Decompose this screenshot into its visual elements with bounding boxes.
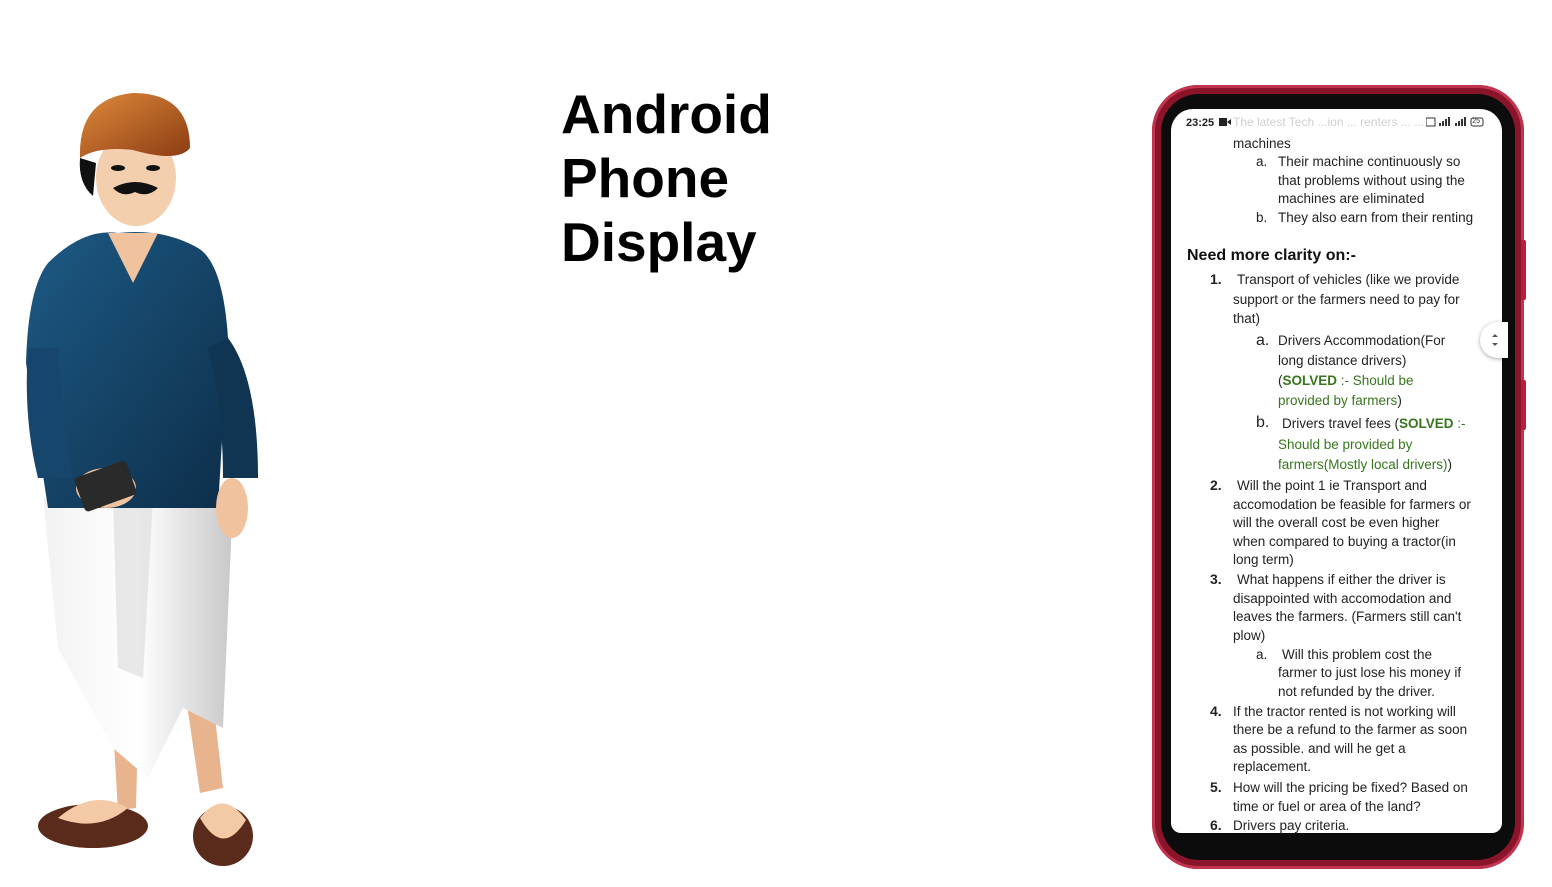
doc-line: Drivers pay criteria. xyxy=(1233,818,1350,833)
doc-line: farmers(Mostly local drivers)) xyxy=(1278,456,1452,474)
status-bar: 23:25 25 xyxy=(1171,109,1502,133)
doc-line: farmer to just lose his money if xyxy=(1278,665,1462,680)
title-line-1: Android xyxy=(561,83,772,145)
solved-label: SOLVED xyxy=(1399,416,1454,431)
doc-line: machines xyxy=(1233,136,1291,151)
doc-line: replacement. xyxy=(1233,759,1312,774)
doc-line: machines are eliminated xyxy=(1278,191,1425,206)
solved-text: :- xyxy=(1453,416,1466,431)
scroll-handle[interactable] xyxy=(1480,322,1508,358)
doc-text: Drivers travel fees ( xyxy=(1282,416,1400,431)
doc-line: as possible. and will he get a xyxy=(1233,741,1406,756)
video-icon xyxy=(1219,118,1231,126)
title-line-3: Display xyxy=(561,211,757,273)
volume-button xyxy=(1521,240,1526,300)
doc-line: leaves the farmers. (Farmers still can't xyxy=(1233,609,1462,624)
list-number: 6. xyxy=(1210,817,1222,833)
doc-line: that) xyxy=(1233,311,1261,326)
list-letter: a. xyxy=(1256,154,1268,169)
doc-line: They also earn from their renting xyxy=(1278,210,1474,225)
doc-line: (SOLVED :- Should be xyxy=(1278,372,1414,390)
list-letter: b. xyxy=(1256,210,1268,225)
solved-text: farmers(Mostly local drivers) xyxy=(1278,457,1448,472)
doc-line: time or fuel or area of the land? xyxy=(1233,799,1421,814)
phone-screen[interactable]: The latest Tech ...ion ... renters ... .… xyxy=(1171,109,1502,833)
solved-text: Should be provided by xyxy=(1278,437,1413,452)
doc-line: disappointed with accomodation and xyxy=(1233,591,1452,606)
section-heading: Need more clarity on:- xyxy=(1187,247,1356,264)
doc-line: Their machine continuously so xyxy=(1278,154,1461,169)
doc-line: will the overall cost be even higher xyxy=(1233,515,1440,530)
list-number: 3. xyxy=(1210,571,1222,587)
list-letter: a. xyxy=(1256,647,1268,662)
doc-line: Will this problem cost the xyxy=(1282,647,1433,662)
chevron-up-down-icon xyxy=(1492,334,1498,346)
doc-line: Drivers travel fees (SOLVED :- xyxy=(1282,415,1466,433)
clock: 23:25 xyxy=(1186,117,1215,129)
list-letter: b. xyxy=(1256,414,1270,431)
doc-line: provided by farmers) xyxy=(1278,392,1402,410)
doc-line: accomodation be feasible for farmers or xyxy=(1233,497,1471,512)
doc-line: support or the farmers need to pay for xyxy=(1233,292,1460,307)
solved-label: SOLVED xyxy=(1282,373,1338,388)
paren: ) xyxy=(1447,457,1453,472)
doc-line: when compared to buying a tractor(in xyxy=(1233,534,1456,549)
doc-line: Drivers Accommodation(For xyxy=(1278,333,1446,348)
list-number: 5. xyxy=(1210,779,1222,795)
battery-level: 25 xyxy=(1472,118,1480,125)
doc-line: there be a refund to the farmer as soon xyxy=(1233,722,1468,737)
farmer-illustration xyxy=(26,93,258,866)
paren: ) xyxy=(1397,393,1402,408)
doc-line: Transport of vehicles (like we provide xyxy=(1237,272,1460,287)
doc-line: long distance drivers) xyxy=(1278,353,1407,368)
doc-line: How will the pricing be fixed? Based on xyxy=(1233,780,1468,795)
doc-line: long term) xyxy=(1233,552,1294,567)
title-line-2: Phone xyxy=(561,147,730,209)
list-letter: a. xyxy=(1256,332,1270,349)
doc-line: Will the point 1 ie Transport and xyxy=(1237,478,1427,493)
solved-text: provided by farmers xyxy=(1278,393,1398,408)
doc-line: If the tractor rented is not working wil… xyxy=(1233,704,1456,719)
solved-text: :- Should be xyxy=(1337,373,1414,388)
doc-line: What happens if either the driver is xyxy=(1237,572,1446,587)
doc-line: that problems without using the xyxy=(1278,173,1465,188)
page-title: Android Phone Display xyxy=(561,82,772,274)
doc-line: plow) xyxy=(1233,628,1266,643)
list-number: 1. xyxy=(1210,271,1222,287)
list-number: 4. xyxy=(1210,703,1222,719)
list-number: 2. xyxy=(1210,477,1222,493)
doc-line: not refunded by the driver. xyxy=(1278,684,1435,699)
power-button xyxy=(1521,380,1526,430)
